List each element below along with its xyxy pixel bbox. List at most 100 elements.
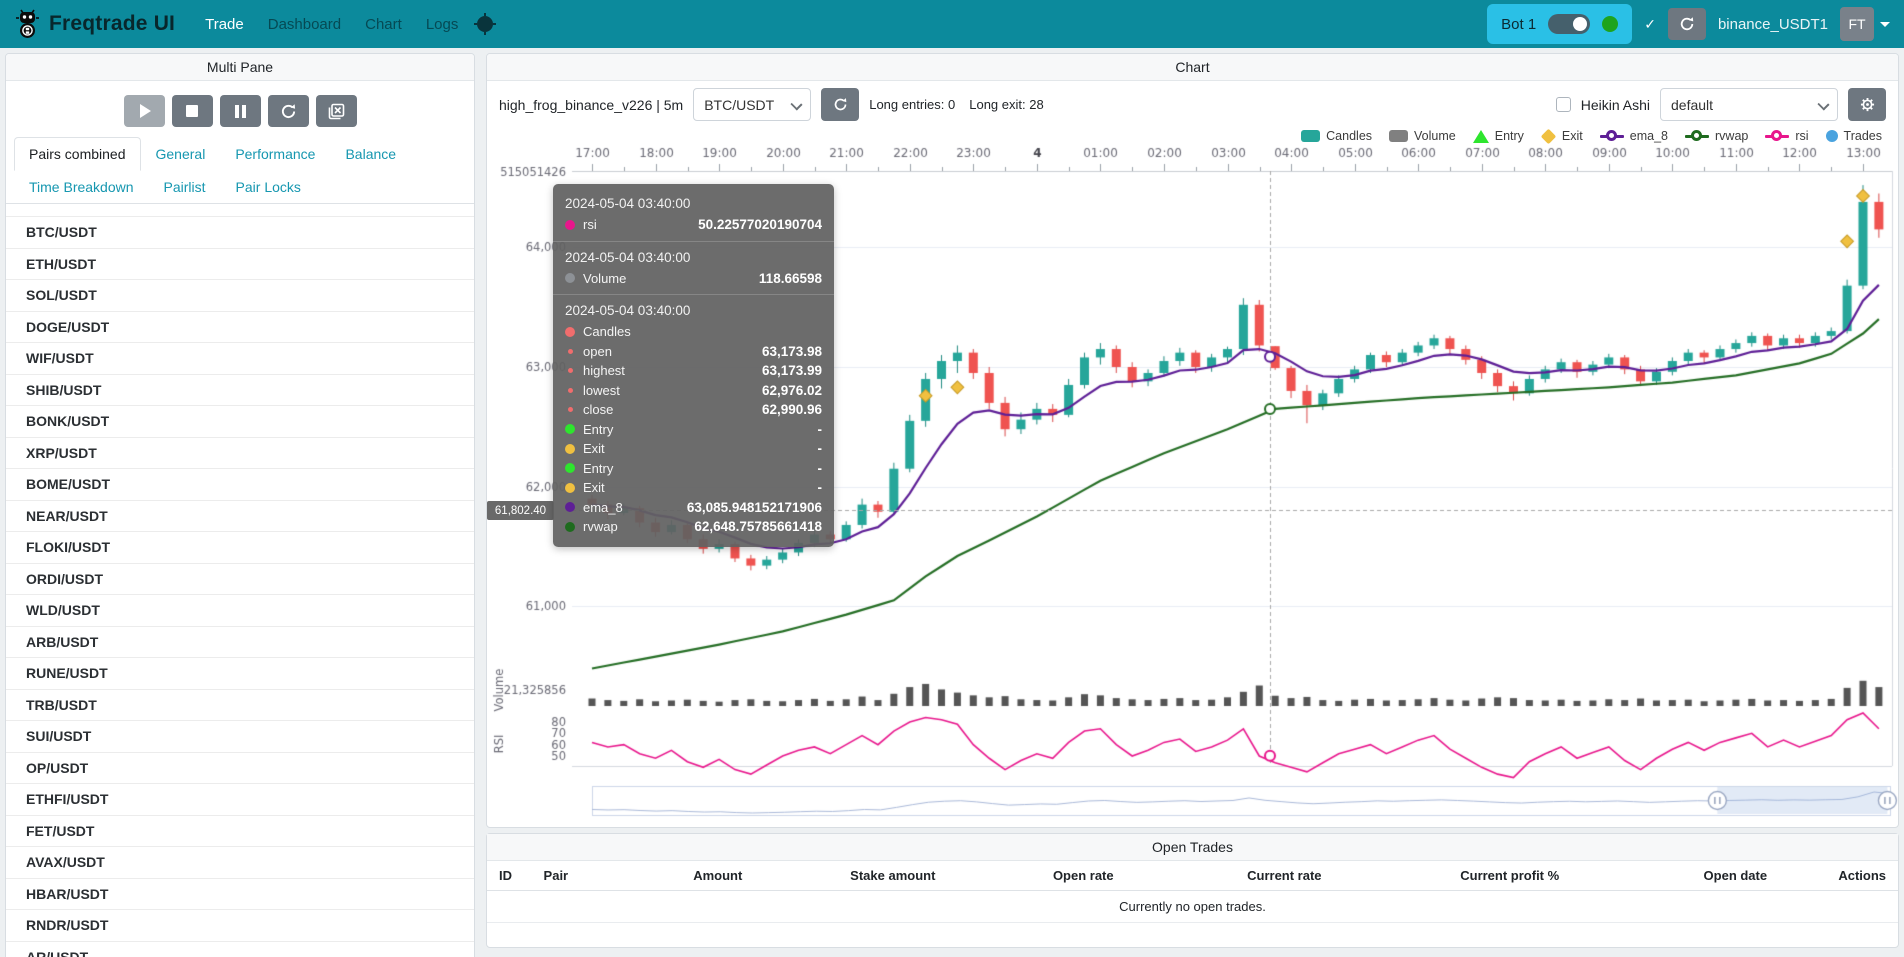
start-bot-button[interactable] [124, 95, 165, 127]
tab-performance[interactable]: Performance [220, 137, 330, 171]
tooltip-series-value: 62,990.96 [762, 400, 822, 420]
pair-list-item[interactable]: SHIB/USDT [6, 375, 474, 407]
tooltip-series-label: ema_8 [583, 498, 623, 518]
series-dot-icon [565, 327, 575, 337]
pair-list-item[interactable]: ETH/USDT [6, 249, 474, 281]
brand[interactable]: Freqtrade UI [14, 9, 175, 39]
refresh-chart-button[interactable] [821, 88, 859, 121]
pair-list-item[interactable]: BOME/USDT [6, 469, 474, 501]
column-header-open-rate: Open rate [947, 861, 1125, 891]
reload-config-button[interactable] [268, 95, 309, 127]
column-header-current-rate: Current rate [1126, 861, 1334, 891]
legend-item-ema_8[interactable]: ema_8 [1600, 129, 1668, 143]
refresh-icon [1679, 16, 1695, 32]
heikin-ashi-checkbox[interactable] [1556, 97, 1571, 112]
forget-bot-button[interactable] [316, 95, 357, 127]
tab-pairlist[interactable]: Pairlist [149, 170, 221, 204]
bot-selector-chip[interactable]: Bot 1 [1487, 4, 1632, 44]
pair-list-item[interactable]: SUI/USDT [6, 721, 474, 753]
series-dot-icon [565, 483, 575, 493]
series-dot-icon [568, 407, 573, 412]
column-header-current-profit-: Current profit % [1334, 861, 1572, 891]
column-header-id: ID [487, 861, 532, 891]
tooltip-series-value: 62,648.75785661418 [694, 517, 822, 537]
pair-select[interactable]: BTC/USDT [693, 88, 811, 121]
tooltip-series-label: Exit [583, 439, 605, 459]
legend-item-entry[interactable]: Entry [1473, 129, 1524, 143]
pair-list-item[interactable]: WLD/USDT [6, 595, 474, 627]
pair-list-item[interactable]: FLOKI/USDT [6, 532, 474, 564]
bot-online-indicator [1602, 16, 1618, 32]
chevron-down-icon [1817, 98, 1829, 110]
pair-list-item[interactable]: ORDI/USDT [6, 564, 474, 596]
tab-general[interactable]: General [141, 137, 221, 171]
freqtrade-robot-logo [14, 9, 41, 39]
pair-list-item[interactable]: HBAR/USDT [6, 879, 474, 911]
pair-list-item[interactable]: WIF/USDT [6, 343, 474, 375]
rvwap-swatch-icon [1685, 130, 1709, 142]
tooltip-timestamp: 2024-05-04 03:40:00 [565, 250, 822, 265]
legend-item-exit[interactable]: Exit [1541, 129, 1583, 143]
column-header-stake-amount: Stake amount [754, 861, 947, 891]
pair-list-item[interactable]: AR/USDT [6, 942, 474, 957]
tooltip-row: open63,173.98 [565, 342, 822, 362]
tab-time-breakdown[interactable]: Time Breakdown [14, 170, 149, 204]
legend-item-candles[interactable]: Candles [1301, 129, 1372, 143]
pair-list-item[interactable]: ETHFI/USDT [6, 784, 474, 816]
pair-list-item[interactable]: BTC/USDT [6, 217, 474, 249]
tooltip-series-label: open [583, 342, 612, 362]
legend-item-trades[interactable]: Trades [1826, 129, 1882, 143]
pair-list-item[interactable]: SOL/USDT [6, 280, 474, 312]
main-nav: TradeDashboardChartLogs [193, 8, 470, 41]
series-dot-icon [565, 502, 575, 512]
pair-list-item[interactable]: TRB/USDT [6, 690, 474, 722]
stop-icon [186, 105, 198, 117]
nav-link-dashboard[interactable]: Dashboard [256, 8, 353, 41]
entry-swatch-icon [1473, 130, 1489, 143]
stop-bot-button[interactable] [172, 95, 213, 127]
candles-swatch-icon [1301, 130, 1320, 142]
tab-pair-locks[interactable]: Pair Locks [221, 170, 316, 204]
pair-list-item[interactable]: XRP/USDT [6, 438, 474, 470]
reload-bot-button[interactable] [1668, 8, 1706, 40]
plot-config-select[interactable]: default [1660, 88, 1838, 121]
tooltip-section: 2024-05-04 03:40:00rsi50.22577020190704 [553, 188, 834, 241]
legend-label: Volume [1414, 129, 1456, 143]
tab-pairs-combined[interactable]: Pairs combined [14, 137, 141, 171]
nav-link-logs[interactable]: Logs [414, 8, 471, 41]
tooltip-section: 2024-05-04 03:40:00Volume118.66598 [553, 241, 834, 295]
plot-settings-button[interactable] [1848, 88, 1886, 121]
series-dot-icon [565, 424, 575, 434]
legend-item-rvwap[interactable]: rvwap [1685, 129, 1748, 143]
legend-item-rsi[interactable]: rsi [1765, 129, 1808, 143]
user-menu[interactable]: FT [1840, 7, 1890, 41]
chevron-down-icon [1880, 22, 1890, 27]
pair-list-item[interactable]: NEAR/USDT [6, 501, 474, 533]
plot-config-value: default [1671, 97, 1713, 113]
tooltip-timestamp: 2024-05-04 03:40:00 [565, 196, 822, 211]
pair-list-item[interactable]: ARB/USDT [6, 627, 474, 659]
tab-balance[interactable]: Balance [330, 137, 411, 171]
pause-icon [235, 105, 246, 118]
long-entries-count: Long entries: 0 [869, 97, 955, 112]
pair-list-item[interactable]: RUNE/USDT [6, 658, 474, 690]
pause-bot-button[interactable] [220, 95, 261, 127]
tooltip-series-label: Entry [583, 420, 613, 440]
no-open-trades-message: Currently no open trades. [487, 891, 1898, 923]
legend-item-volume[interactable]: Volume [1389, 129, 1456, 143]
pair-list-item[interactable]: OP/USDT [6, 753, 474, 785]
pair-list-item[interactable]: AVAX/USDT [6, 847, 474, 879]
pair-list-item[interactable]: FET/USDT [6, 816, 474, 848]
theme-toggle-button[interactable] [474, 13, 496, 35]
pair-list-item[interactable]: RNDR/USDT [6, 910, 474, 942]
nav-link-chart[interactable]: Chart [353, 8, 414, 41]
pair-list-item[interactable]: DOGE/USDT [6, 312, 474, 344]
tooltip-series-label: rvwap [583, 517, 618, 537]
open-trades-table: IDPairAmountStake amountOpen rateCurrent… [487, 861, 1898, 923]
nav-link-trade[interactable]: Trade [193, 8, 256, 41]
tooltip-series-label: Entry [583, 459, 613, 479]
pair-list-item[interactable]: BONK/USDT [6, 406, 474, 438]
chevron-down-icon [791, 98, 803, 110]
tooltip-series-label: rsi [583, 215, 597, 235]
bot-enable-toggle[interactable] [1548, 14, 1590, 34]
